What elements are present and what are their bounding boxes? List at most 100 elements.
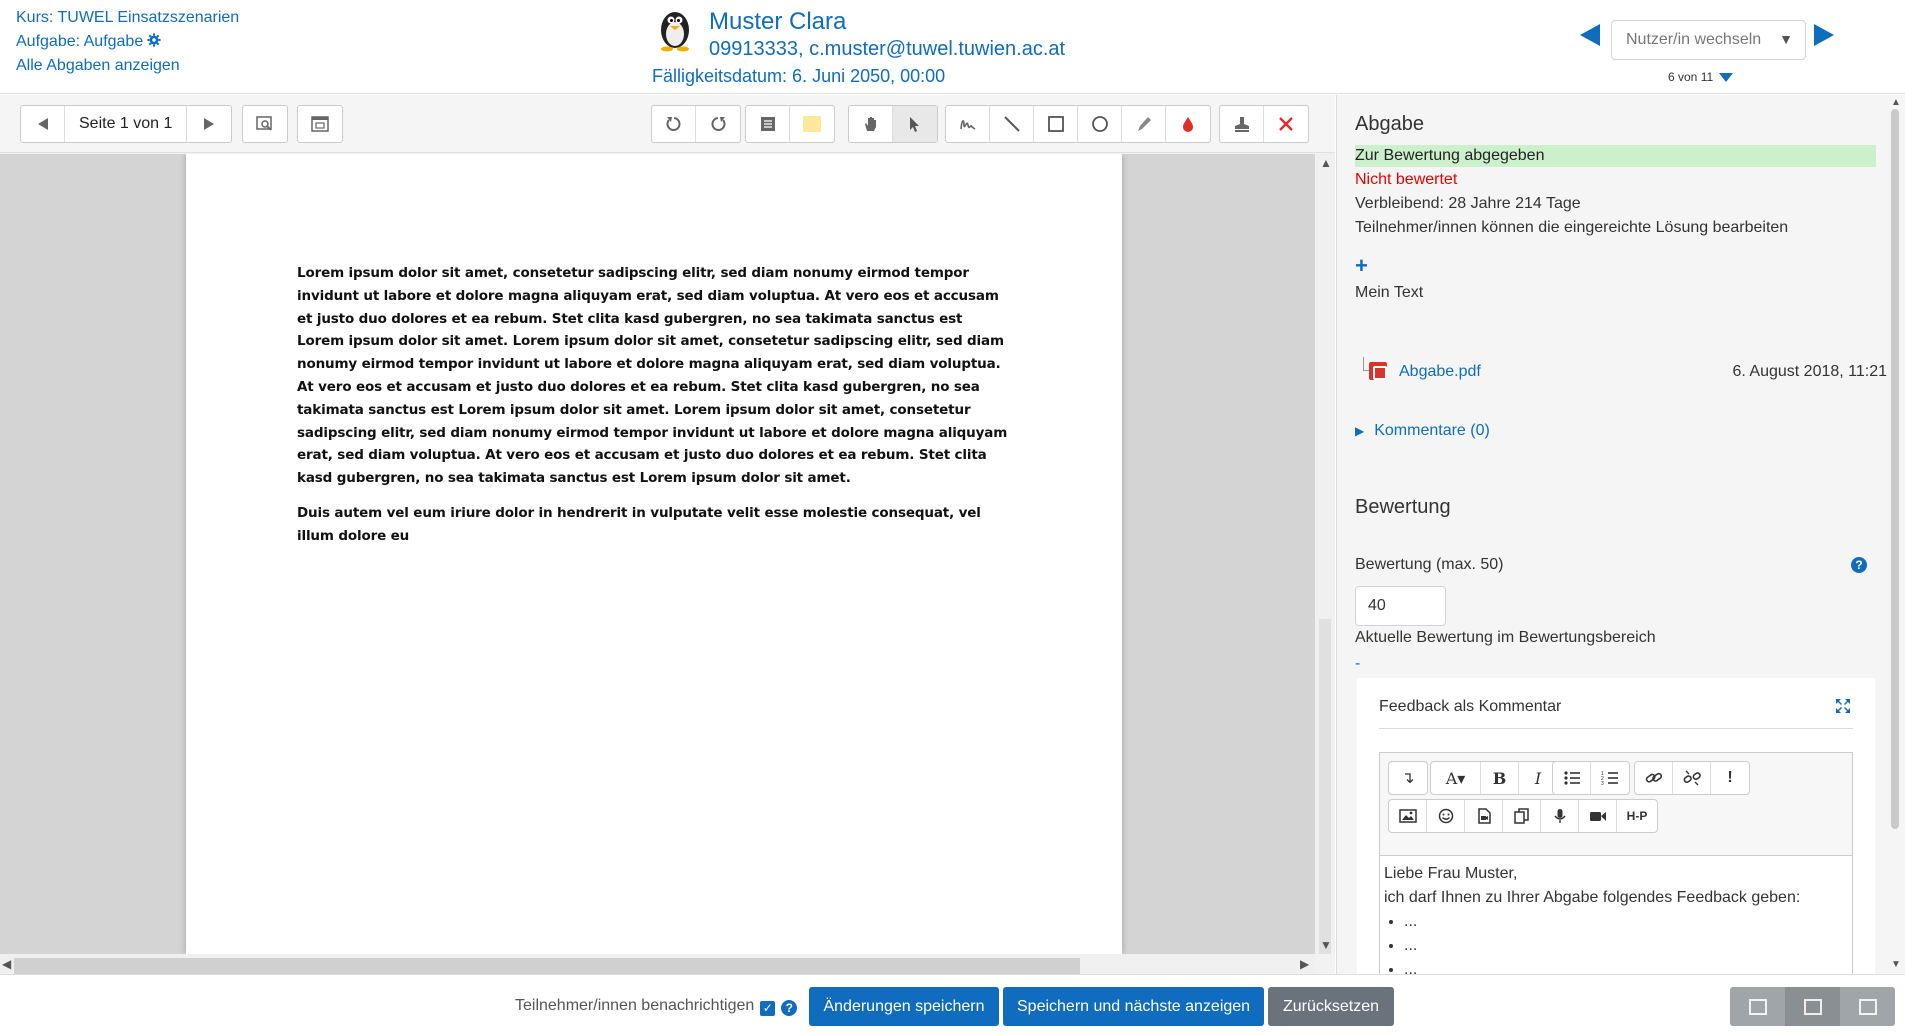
unordered-list-button[interactable] (1553, 762, 1591, 794)
comment-tool-button[interactable] (746, 106, 790, 142)
notify-checkbox[interactable]: ✓ (760, 1001, 776, 1016)
arrow-down-right-icon: ↴ (1401, 770, 1415, 787)
drawing-tools-group (945, 105, 1211, 143)
feedback-editor[interactable]: Liebe Frau Muster, ich darf Ihnen zu Ihr… (1379, 856, 1853, 974)
pan-tool-button[interactable] (849, 106, 893, 142)
stamp-group (1219, 105, 1309, 143)
feedback-title: Feedback als Kommentar (1379, 698, 1562, 715)
pdf-page[interactable]: Lorem ipsum dolor sit amet, consetetur s… (186, 154, 1122, 954)
insert-image-button[interactable] (1389, 800, 1427, 832)
scroll-down-icon[interactable]: ▼ (1320, 938, 1332, 952)
default-layout-button[interactable] (1785, 987, 1840, 1026)
yellow-swatch-icon (803, 116, 821, 132)
image-icon (1398, 809, 1417, 823)
grader-footer: Teilnehmer/innen benachrichtigen ✓? Änder… (0, 974, 1905, 1035)
grade-input[interactable]: 40 (1355, 586, 1446, 626)
record-video-button[interactable] (1579, 800, 1617, 832)
ordered-list-button[interactable]: 123 (1591, 762, 1629, 794)
italic-icon: I (1534, 768, 1542, 788)
list-item: ... (1404, 958, 1848, 974)
scroll-left-icon[interactable]: ◀ (2, 957, 11, 971)
scroll-up-icon[interactable]: ▲ (1320, 156, 1332, 170)
pdf-vertical-scrollbar[interactable]: ▲ ▼ (1315, 154, 1335, 954)
annotation-color-button[interactable] (1166, 106, 1210, 142)
header-course-info: Kurs: TUWEL Einsatzszenarien Aufgabe: Au… (16, 6, 239, 78)
pdf-paragraph: Duis autem vel eum iriure dolor in hendr… (297, 504, 981, 544)
unlink-button[interactable] (1673, 762, 1711, 794)
help-icon[interactable]: ? (781, 1000, 798, 1016)
line-icon (1003, 116, 1020, 132)
stamp-delete-button[interactable] (1264, 106, 1308, 142)
previous-page-button[interactable] (21, 106, 65, 142)
scrollbar-thumb[interactable] (1891, 109, 1899, 829)
pdf-viewport[interactable]: Lorem ipsum dolor sit amet, consetetur s… (0, 154, 1315, 954)
scroll-up-icon[interactable]: ▲ (1891, 97, 1901, 108)
search-comments-icon (256, 116, 272, 131)
circle-icon (1091, 116, 1108, 132)
line-tool-button[interactable] (990, 106, 1034, 142)
course-link[interactable]: Kurs: TUWEL Einsatzszenarien (16, 9, 239, 26)
filter-icon[interactable] (1719, 73, 1734, 82)
expand-comments-button[interactable] (298, 106, 342, 142)
select-tool-button[interactable] (893, 106, 937, 142)
notify-label: Teilnehmer/innen benachrichtigen (515, 997, 755, 1014)
page-label[interactable]: Seite 1 von 1 (65, 106, 188, 142)
next-user-arrow-icon[interactable] (1814, 24, 1834, 46)
assignment-link[interactable]: Aufgabe: Aufgabe (16, 33, 143, 50)
grade-panel: Abgabe Zur Bewertung abgegeben Nicht bew… (1336, 95, 1905, 974)
pen-tool-button[interactable] (946, 106, 990, 142)
file-date: 6. August 2018, 11:21 (1732, 363, 1888, 380)
link-button[interactable] (1635, 762, 1673, 794)
grading-heading: Bewertung (1355, 496, 1451, 518)
manage-files-button[interactable] (1503, 800, 1541, 832)
rotate-group (651, 105, 741, 143)
save-and-next-button[interactable]: Speichern und nächste anzeigen (1003, 987, 1264, 1026)
emoji-alert-button[interactable]: ! (1711, 762, 1749, 794)
bold-button[interactable]: B (1481, 762, 1519, 794)
paragraph-styles-button[interactable]: A▾ (1431, 762, 1481, 794)
expand-comments-group (297, 105, 343, 143)
scrollbar-thumb[interactable] (1319, 619, 1331, 954)
insert-h5p-button[interactable]: H-P (1617, 800, 1657, 832)
comment-color-button[interactable] (790, 106, 834, 142)
insert-emoticon-button[interactable] (1427, 800, 1465, 832)
insert-media-button[interactable] (1465, 800, 1503, 832)
user-id-email-link[interactable]: 09913333, c.muster@tuwel.tuwien.ac.at (709, 38, 1065, 61)
oval-tool-button[interactable] (1078, 106, 1122, 142)
stamp-tool-button[interactable] (1220, 106, 1264, 142)
record-audio-button[interactable] (1541, 800, 1579, 832)
chevron-down-icon: ▼ (1779, 31, 1793, 47)
show-more-buttons[interactable]: ↴ (1389, 762, 1427, 794)
pdf-horizontal-scrollbar[interactable]: ◀ ▶ (0, 954, 1315, 974)
previous-user-arrow-icon[interactable] (1580, 24, 1600, 46)
plus-icon[interactable]: + (1355, 253, 1368, 279)
reset-button[interactable]: Zurücksetzen (1268, 987, 1394, 1026)
scroll-right-icon[interactable]: ▶ (1300, 957, 1309, 971)
expand-icon[interactable] (1835, 698, 1851, 714)
rotate-right-icon (711, 117, 726, 131)
user-name-link[interactable]: Muster Clara (709, 8, 846, 36)
editing-status: Teilnehmer/innen können die eingereichte… (1355, 219, 1789, 236)
file-link[interactable]: Abgabe.pdf (1399, 363, 1481, 381)
highlight-tool-button[interactable] (1122, 106, 1166, 142)
rotate-right-button[interactable] (696, 106, 740, 142)
list-item: ... (1404, 910, 1848, 934)
layout-right-icon (1858, 998, 1877, 1015)
gear-icon[interactable] (147, 33, 161, 47)
collapse-grade-panel-button[interactable] (1730, 987, 1785, 1026)
rotate-left-button[interactable] (652, 106, 696, 142)
search-comments-button[interactable] (243, 106, 287, 142)
collapse-review-panel-button[interactable] (1840, 987, 1895, 1026)
user-switch-select[interactable]: Nutzer/in wechseln ▼ (1611, 20, 1806, 60)
avatar[interactable] (651, 4, 699, 52)
help-icon[interactable]: ? (1851, 557, 1867, 573)
rectangle-tool-button[interactable] (1034, 106, 1078, 142)
next-page-button[interactable] (187, 106, 231, 142)
all-submissions-link[interactable]: Alle Abgaben anzeigen (16, 57, 180, 74)
comments-toggle[interactable]: ▶ Kommentare (0) (1355, 422, 1490, 440)
scrollbar-thumb[interactable] (14, 958, 1080, 974)
scroll-down-icon[interactable]: ▼ (1891, 959, 1901, 970)
time-remaining: Verbleibend: 28 Jahre 214 Tage (1355, 195, 1581, 212)
grade-panel-scrollbar[interactable]: ▲ ▼ (1887, 95, 1905, 974)
save-changes-button[interactable]: Änderungen speichern (809, 987, 999, 1026)
